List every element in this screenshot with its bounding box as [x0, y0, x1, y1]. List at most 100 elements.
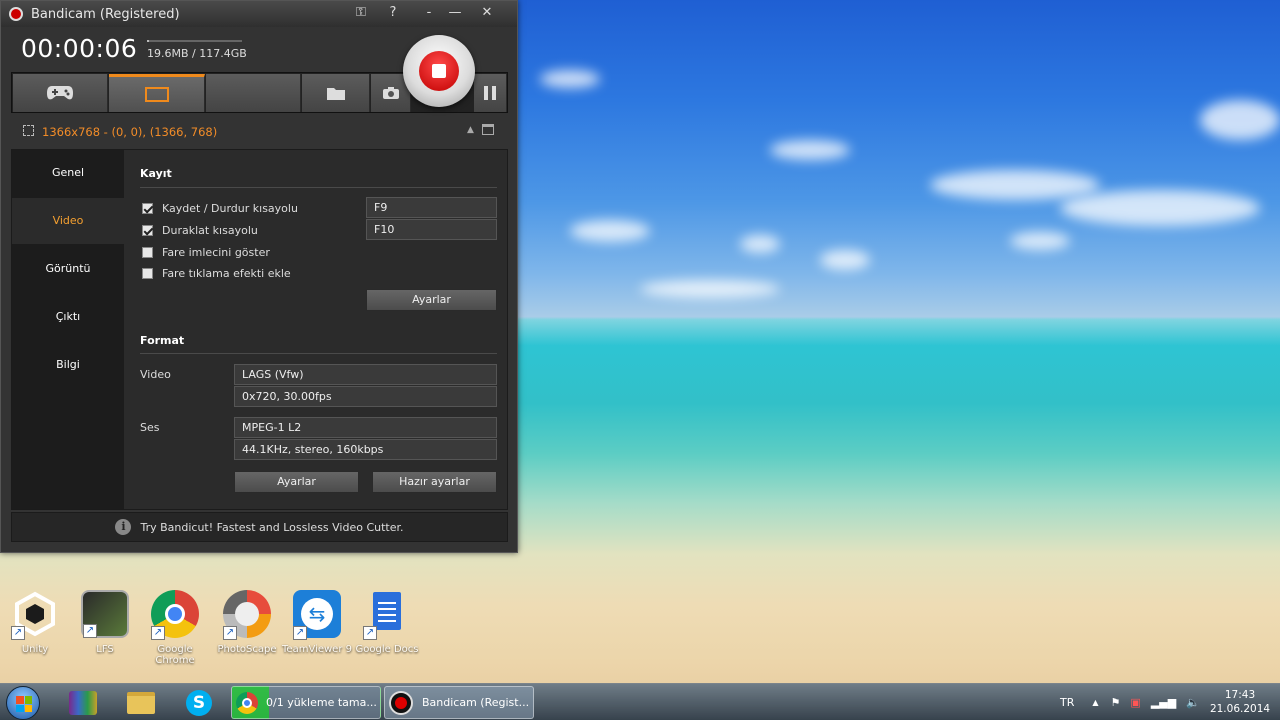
google-docs-icon: ↗	[363, 590, 411, 640]
desktop-icon-unity[interactable]: ↗ Unity	[0, 590, 70, 655]
format-section-title: Format	[140, 334, 185, 347]
camera-icon	[382, 87, 399, 99]
bandicam-tray-icon[interactable]: ▣	[1130, 696, 1140, 709]
task-bandicam[interactable]: Bandicam (Regist...	[384, 686, 534, 719]
option-pause-hotkey[interactable]: Duraklat kısayolu	[142, 222, 258, 238]
shortcut-arrow-icon: ↗	[11, 626, 25, 640]
video-codec-field: LAGS (Vfw)	[234, 364, 497, 385]
photoscape-icon: ↗	[223, 590, 271, 640]
section-divider	[140, 187, 497, 188]
volume-icon[interactable]: 🔈	[1186, 696, 1200, 709]
tab-blank[interactable]	[206, 74, 301, 112]
record-settings-button[interactable]: Ayarlar	[366, 289, 497, 311]
desktop-icon-label: Unity	[21, 644, 49, 655]
folder-icon	[127, 691, 155, 714]
shortcut-arrow-icon: ↗	[363, 626, 377, 640]
stop-square-icon	[432, 64, 446, 78]
checkbox-checked[interactable]	[142, 202, 153, 214]
nav-goruntu[interactable]: Görüntü	[12, 246, 124, 292]
checkbox-unchecked[interactable]	[142, 246, 153, 258]
clock-date: 21.06.2014	[1209, 703, 1271, 715]
collapse-arrow-icon[interactable]: ▲	[467, 125, 474, 135]
pinned-winrar[interactable]	[58, 687, 108, 718]
nav-genel[interactable]: Genel	[12, 150, 124, 196]
desktop-icon-teamviewer[interactable]: ⇆ ↗ TeamViewer 9	[282, 590, 352, 655]
pinned-explorer[interactable]	[116, 687, 166, 718]
window-title: Bandicam (Registered)	[31, 7, 180, 22]
shortcut-arrow-icon: ↗	[223, 626, 237, 640]
clock-time: 17:43	[1224, 689, 1256, 701]
task-chrome-upload[interactable]: 0/1 yükleme tama...	[231, 686, 381, 719]
desktop-icon-label: Google Chrome	[155, 644, 195, 666]
tab-screen-mode[interactable]	[109, 74, 205, 112]
teamviewer-icon: ⇆ ↗	[293, 590, 341, 640]
action-center-flag-icon[interactable]: ⚑	[1111, 696, 1121, 709]
capture-area-text: 1366x768 - (0, 0), (1366, 768)	[42, 125, 218, 139]
checkbox-checked[interactable]	[142, 224, 153, 236]
pause-icon	[484, 86, 496, 100]
key-icon[interactable]: ⚿	[347, 4, 375, 22]
record-section-title: Kayıt	[140, 167, 172, 180]
option-label: Kaydet / Durdur kısayolu	[162, 201, 298, 215]
bandicam-icon	[389, 690, 413, 715]
option-label: Fare imlecini göster	[162, 245, 270, 259]
audio-codec-field: MPEG-1 L2	[234, 417, 497, 438]
winrar-icon	[69, 690, 97, 715]
bandicam-window: Bandicam (Registered) ⚿ ? - — ✕ 00:00:06…	[0, 0, 518, 553]
show-hidden-icons-icon[interactable]: ▲	[1092, 698, 1098, 707]
option-record-hotkey[interactable]: Kaydet / Durdur kısayolu	[142, 200, 298, 216]
chrome-icon: ↗	[151, 590, 199, 640]
checkbox-unchecked[interactable]	[142, 267, 153, 279]
start-button[interactable]	[6, 686, 40, 720]
shortcut-arrow-icon: ↗	[151, 626, 165, 640]
audio-format-label: Ses	[140, 421, 160, 434]
pause-button[interactable]	[474, 74, 507, 112]
option-label: Duraklat kısayolu	[162, 223, 258, 237]
desktop-icon-google-docs[interactable]: ↗ Google Docs	[352, 590, 422, 655]
option-label: Fare tıklama efekti ekle	[162, 266, 291, 280]
gamepad-icon	[47, 86, 73, 100]
pinned-skype[interactable]: S	[174, 687, 224, 718]
audio-detail-field: 44.1KHz, stereo, 160kbps	[234, 439, 497, 460]
section-divider	[140, 353, 497, 354]
system-tray: TR ▲ ⚑ ▣ ▂▄▆ 🔈	[1060, 684, 1200, 720]
bandicam-logo-icon	[9, 7, 23, 21]
video-format-label: Video	[140, 368, 171, 381]
nav-cikti[interactable]: Çıktı	[12, 294, 124, 340]
video-detail-field: 0x720, 30.00fps	[234, 386, 497, 407]
network-icon[interactable]: ▂▄▆	[1151, 696, 1176, 709]
info-icon: i	[115, 519, 132, 535]
tab-game-mode[interactable]	[13, 74, 108, 112]
option-show-cursor[interactable]: Fare imlecini göster	[142, 244, 270, 260]
record-stop-icon	[419, 51, 459, 91]
close-icon[interactable]: ✕	[473, 4, 501, 22]
help-icon[interactable]: ?	[379, 4, 407, 22]
minimize-icon[interactable]: —	[441, 4, 469, 22]
clock[interactable]: 17:43 21.06.2014	[1205, 688, 1275, 716]
desktop-icon-chrome[interactable]: ↗ Google Chrome	[140, 590, 210, 666]
promo-footer[interactable]: i Try Bandicut! Fastest and Lossless Vid…	[11, 512, 508, 542]
tab-open-folder[interactable]	[302, 74, 370, 112]
desktop-icon-photoscape[interactable]: ↗ PhotoScape	[212, 590, 282, 655]
record-button[interactable]	[403, 35, 475, 107]
record-hotkey-field[interactable]: F9	[366, 197, 497, 218]
select-area-icon[interactable]	[23, 125, 34, 136]
promo-text: Try Bandicut! Fastest and Lossless Video…	[140, 520, 404, 534]
option-click-effect[interactable]: Fare tıklama efekti ekle	[142, 265, 291, 281]
desktop-icon-lfs[interactable]: ↗ LFS	[70, 590, 140, 655]
menu-icon[interactable]: -	[415, 4, 443, 22]
pause-hotkey-field[interactable]: F10	[366, 219, 497, 240]
format-presets-button[interactable]: Hazır ayarlar	[372, 471, 497, 493]
nav-bilgi[interactable]: Bilgi	[12, 342, 124, 388]
file-size-text: 19.6MB / 117.4GB	[147, 47, 247, 60]
skype-icon: S	[186, 689, 212, 716]
format-settings-button[interactable]: Ayarlar	[234, 471, 359, 493]
file-size-bar-fill	[147, 40, 149, 42]
nav-video[interactable]: Video	[12, 198, 124, 244]
shortcut-arrow-icon: ↗	[83, 624, 97, 638]
language-indicator[interactable]: TR	[1060, 696, 1074, 709]
desktop-icon-label: PhotoScape	[217, 644, 277, 655]
window-mode-icon[interactable]	[482, 124, 494, 135]
window-titlebar[interactable]: Bandicam (Registered) ⚿ ? - — ✕	[1, 1, 517, 27]
chrome-icon	[236, 691, 258, 714]
